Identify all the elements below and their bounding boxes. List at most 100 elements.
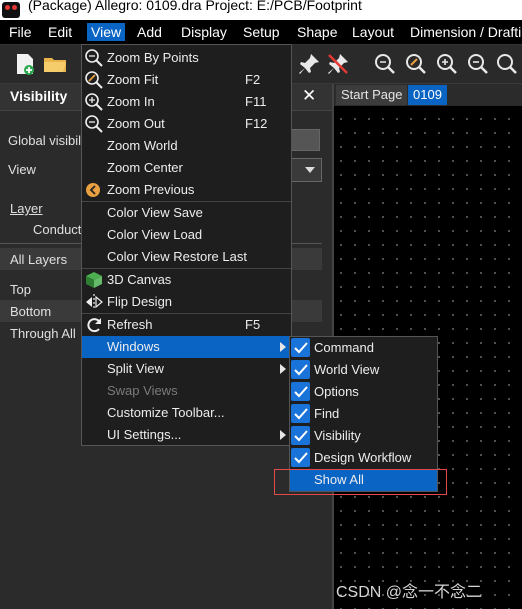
conductor-label: Conduct [33,222,82,237]
menu-item-label: Zoom By Points [107,50,199,65]
menu-item-zoom-previous[interactable]: Zoom Previous [82,179,291,201]
menu-item-label: 3D Canvas [107,272,172,287]
pin-icon[interactable] [296,51,322,77]
global-visibility-label: Global visibil [8,133,81,148]
menu-item-label: Zoom World [107,138,178,153]
submenu-item-options[interactable]: Options [290,381,437,403]
flip-design-icon [86,294,103,310]
watermark: CSDN @念一不念二 [336,584,483,601]
zoom-fit-icon[interactable] [403,51,429,77]
menu-display[interactable]: Display [181,23,227,41]
menu-item-color-view-load[interactable]: Color View Load [82,224,291,246]
menu-add[interactable]: Add [137,23,162,41]
layer-row-label: Bottom [10,304,52,319]
menu-item-3d-canvas[interactable]: 3D Canvas [82,269,291,291]
menu-item-label: Refresh [107,317,153,332]
menu-item-label: Customize Toolbar... [107,405,225,420]
close-icon[interactable]: ✕ [302,86,316,106]
menu-dimension[interactable]: Dimension / Draftin [410,23,522,41]
zoom-in-icon[interactable] [434,51,460,77]
menu-item-color-view-save[interactable]: Color View Save [82,202,291,224]
tab-0109[interactable]: 0109 [408,85,447,105]
menu-edit[interactable]: Edit [48,23,72,41]
no-pin-icon[interactable] [325,51,351,77]
menu-item-label: Windows [107,339,160,354]
menu-item-split-view[interactable]: Split View [82,358,291,380]
menu-item-label: UI Settings... [107,427,182,442]
zoom-out-icon[interactable] [465,51,491,77]
chevron-right-icon [280,342,286,352]
zoom-world-icon[interactable] [494,51,520,77]
view-label: View [8,162,36,177]
menu-item-color-view-restore-last[interactable]: Color View Restore Last [82,246,291,268]
tab-start-page[interactable]: Start Page [336,85,408,105]
menu-item-zoom-center[interactable]: Zoom Center [82,157,291,179]
visibility-panel-title: Visibility [10,88,68,104]
checkmark-icon [291,360,310,379]
menu-item-label: Color View Save [107,205,203,220]
checkmark-icon [291,448,310,467]
menu-item-refresh[interactable]: Refresh F5 [82,314,291,336]
window-title: (Package) Allegro: 0109.dra Project: E:/… [28,0,362,13]
open-folder-icon[interactable] [42,51,68,77]
zoom-points-icon[interactable] [372,51,398,77]
view-menu: Zoom By Points Zoom Fit F2 Zoom In F11 Z… [81,44,292,446]
menu-item-label: Zoom In [107,94,155,109]
layer-row-label: Top [10,282,31,297]
menu-item-label: Zoom Previous [107,182,195,197]
menu-file[interactable]: File [9,23,32,41]
menu-item-zoom-in[interactable]: Zoom In F11 [82,91,291,113]
menu-layout[interactable]: Layout [352,23,394,41]
menu-item-zoom-world[interactable]: Zoom World [82,135,291,157]
menu-item-label: Zoom Out [107,116,165,131]
menu-item-label: Swap Views [107,383,178,398]
menu-item-shortcut: F12 [245,116,268,131]
submenu-item-label: Options [314,384,359,399]
menu-item-flip-design[interactable]: Flip Design [82,291,291,313]
menu-item-label: Flip Design [107,294,173,309]
menu-view[interactable]: View [87,23,126,41]
menu-item-shortcut: F11 [245,94,267,109]
menu-item-label: Split View [107,361,164,376]
chevron-down-icon [305,167,315,173]
menu-item-zoom-by-points[interactable]: Zoom By Points [82,47,291,69]
new-file-icon[interactable] [12,51,38,77]
layer-row-label: Through All [10,326,76,341]
checkmark-icon [291,338,310,357]
submenu-item-design-workflow[interactable]: Design Workflow [290,447,437,469]
submenu-item-find[interactable]: Find [290,403,437,425]
menu-item-shortcut: F2 [245,72,261,87]
submenu-item-command[interactable]: Command [290,337,437,359]
submenu-item-visibility[interactable]: Visibility [290,425,437,447]
checkmark-icon [291,426,310,445]
refresh-icon [87,318,101,333]
menu-item-ui-settings[interactable]: UI Settings... [82,424,291,446]
all-layers-label: All Layers [10,252,68,267]
menu-item-customize-toolbar[interactable]: Customize Toolbar... [82,402,291,424]
canvas-tabs: Start Page 0109 [334,84,522,106]
menu-item-label: Zoom Fit [107,72,159,87]
submenu-item-label: Visibility [314,428,361,443]
3d-canvas-icon [86,272,102,288]
submenu-item-label: Find [314,406,340,421]
menu-item-label: Zoom Center [107,160,183,175]
submenu-item-label: World View [314,362,380,377]
menu-bar: File Edit View Add Display Setup Shape L… [0,20,522,45]
submenu-item-world-view[interactable]: World View [290,359,437,381]
zoom-fit-icon [85,71,103,89]
chevron-right-icon [280,430,286,440]
layer-label: Layer [10,201,43,216]
title-bar: (Package) Allegro: 0109.dra Project: E:/… [0,0,522,20]
menu-shape[interactable]: Shape [297,23,337,41]
annotation-highlight-box [274,469,447,495]
menu-item-windows[interactable]: Windows [82,336,291,358]
menu-item-swap-views: Swap Views [82,380,291,402]
zoom-out-icon [85,115,103,133]
menu-item-zoom-out[interactable]: Zoom Out F12 [82,113,291,135]
chevron-right-icon [280,364,286,374]
menu-item-label: Color View Load [107,227,203,242]
menu-setup[interactable]: Setup [243,23,280,41]
zoom-in-icon [85,93,103,111]
checkmark-icon [291,382,310,401]
menu-item-zoom-fit[interactable]: Zoom Fit F2 [82,69,291,91]
